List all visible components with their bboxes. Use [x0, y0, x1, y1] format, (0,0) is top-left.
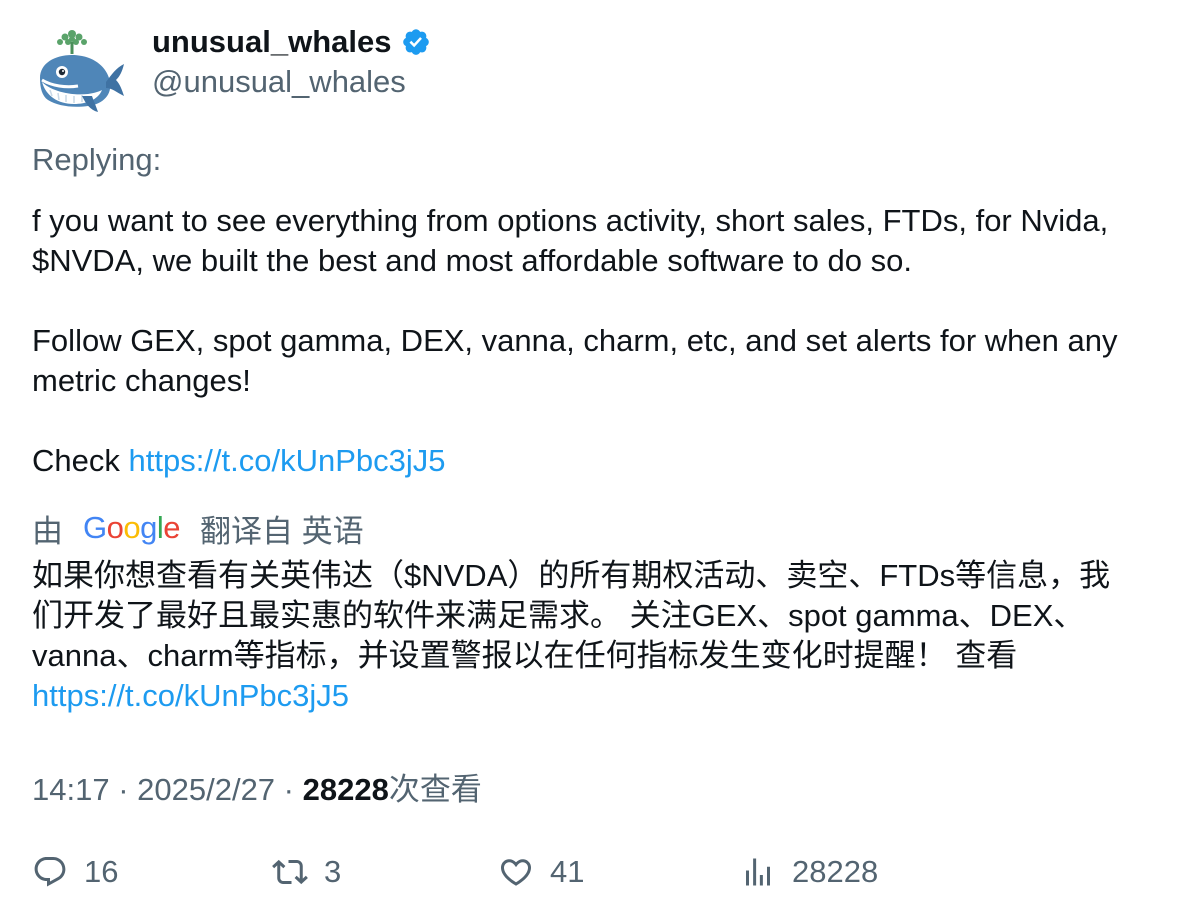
tweet-line: f you want to see everything from option…: [32, 203, 1109, 238]
author-handle[interactable]: @unusual_whales: [152, 64, 406, 100]
tweet-date[interactable]: 2025/2/27: [137, 772, 275, 807]
tweet-check-line: Check https://t.co/kUnPbc3jJ5: [32, 441, 1172, 481]
whale-avatar-icon: [40, 30, 124, 112]
tweet-link[interactable]: https://t.co/kUnPbc3jJ5: [128, 443, 445, 478]
verified-badge-icon[interactable]: [401, 27, 431, 57]
heart-icon: [500, 859, 532, 886]
translated-by-label: 由: [32, 513, 63, 549]
check-prefix: Check: [32, 443, 129, 478]
translated-line: 们开发了最好且最实惠的软件来满足需求。 关注GEX、spot gamma、DEX…: [32, 598, 1085, 633]
retweet-icon: [272, 859, 308, 885]
avatar[interactable]: [32, 24, 128, 120]
views-action-count: 28228: [792, 854, 879, 889]
views-bar-chart-icon: [746, 858, 770, 886]
reply-button[interactable]: 16: [32, 852, 118, 892]
translated-text: 如果你想查看有关英伟达（$NVDA）的所有期权活动、卖空、FTDs等信息，我 们…: [32, 556, 1172, 716]
views-count: 28228: [302, 772, 389, 807]
tweet-line: metric changes!: [32, 363, 251, 398]
translated-from-label: 翻译自 英语: [200, 513, 364, 549]
views-label: 次查看: [388, 772, 482, 807]
author-name-row: unusual_whales: [152, 24, 431, 60]
meta-separator: ·: [275, 772, 303, 807]
reply-icon: [34, 857, 66, 887]
like-button[interactable]: 41: [498, 852, 584, 892]
action-bar: 16 3 41 28228: [32, 852, 1172, 892]
replying-label: Replying:: [32, 142, 162, 177]
reply-count: 16: [84, 854, 119, 889]
tweet-time[interactable]: 14:17: [32, 772, 110, 807]
views-button[interactable]: 28228: [740, 852, 878, 892]
translated-line: 如果你想查看有关英伟达（$NVDA）的所有期权活动、卖空、FTDs等信息，我: [32, 558, 1111, 593]
google-logo[interactable]: Google: [83, 510, 181, 546]
author-display-name[interactable]: unusual_whales: [152, 24, 391, 60]
like-count: 41: [550, 854, 585, 889]
translated-line: vanna、charm等指标，并设置警报以在任何指标发生变化时提醒！ 查看: [32, 638, 1018, 673]
tweet-line: $NVDA, we built the best and most afford…: [32, 243, 912, 278]
tweet-text: f you want to see everything from option…: [32, 201, 1172, 481]
tweet-meta: 14:17 · 2025/2/27 · 28228次查看: [32, 764, 482, 809]
translated-link[interactable]: https://t.co/kUnPbc3jJ5: [32, 678, 349, 713]
retweet-count: 3: [324, 854, 342, 889]
translation-attribution: 由 Google 翻译自 英语: [32, 508, 364, 549]
meta-separator: ·: [109, 772, 138, 807]
retweet-button[interactable]: 3: [272, 852, 341, 892]
tweet-line: Follow GEX, spot gamma, DEX, vanna, char…: [32, 323, 1118, 358]
